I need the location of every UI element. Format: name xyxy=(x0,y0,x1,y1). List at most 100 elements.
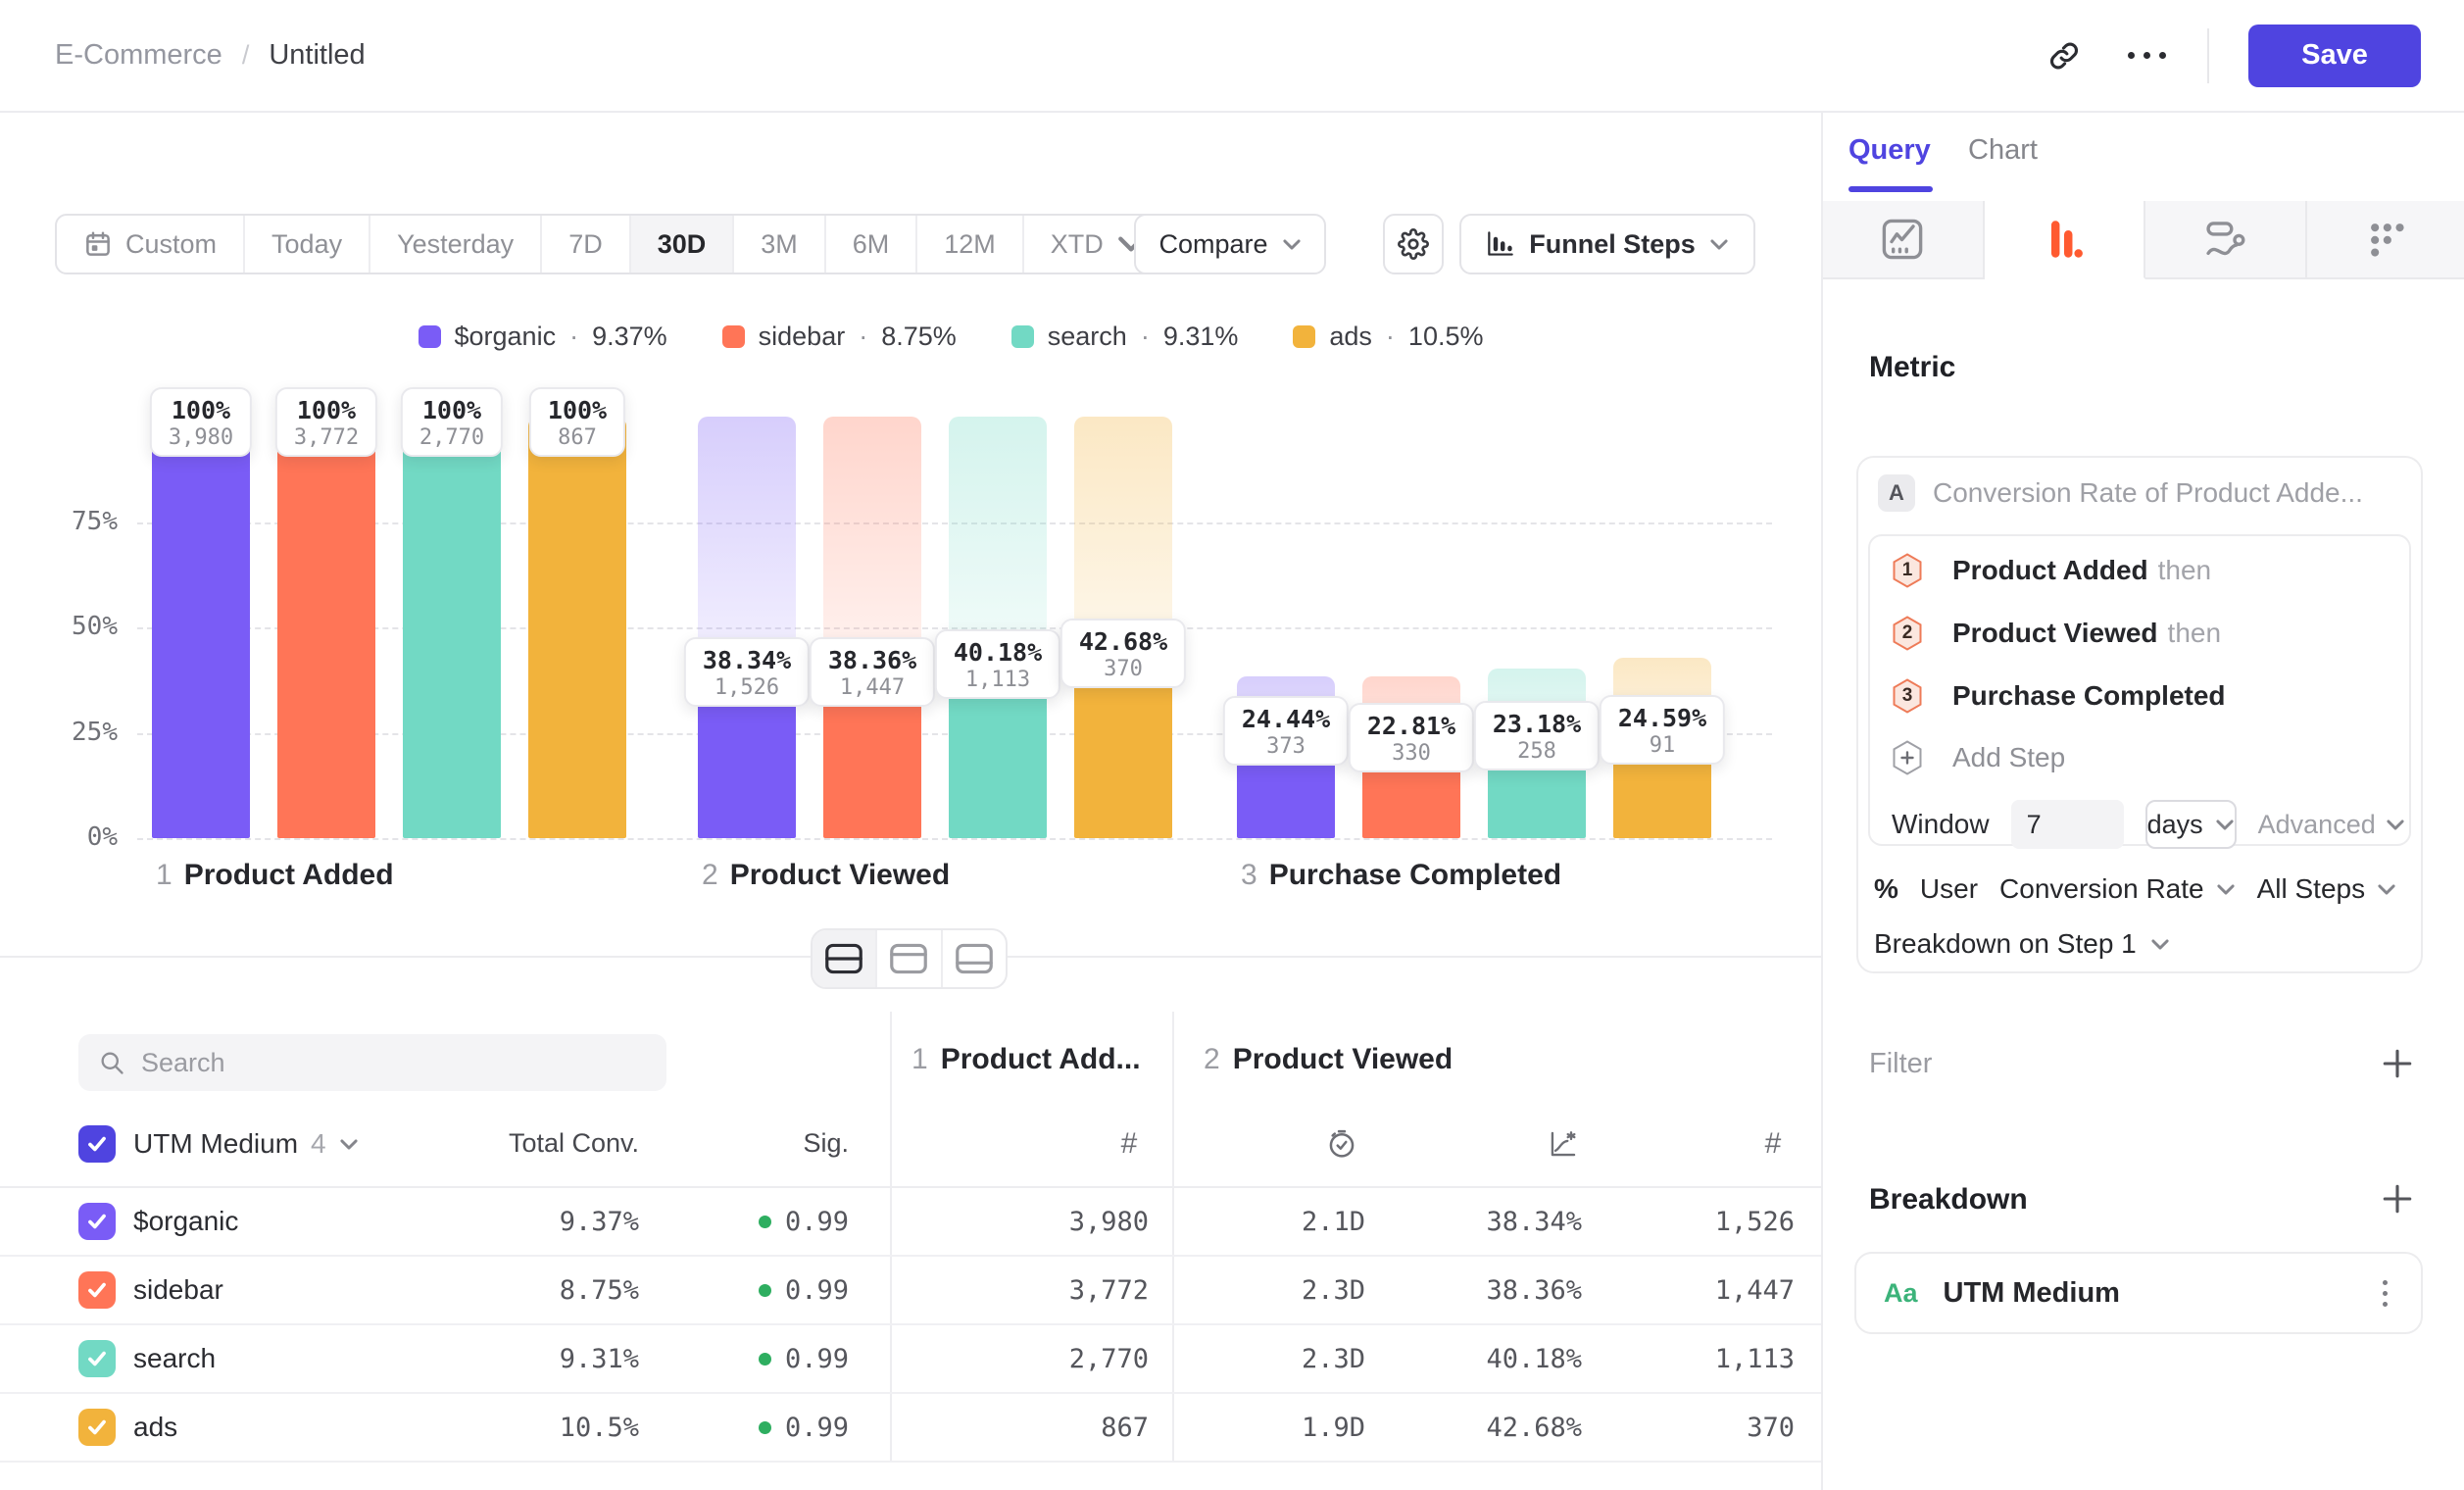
measure-entity[interactable]: User xyxy=(1920,873,1978,905)
link-icon xyxy=(2047,39,2081,73)
conversion-rate-column-icon[interactable] xyxy=(1548,1124,1579,1164)
count-column-icon[interactable]: # xyxy=(1121,1124,1138,1164)
check-icon xyxy=(84,1277,110,1303)
bar-conversion-pct: 38.36% xyxy=(828,646,916,674)
column-header-total-conversion[interactable]: Total Conv. xyxy=(392,1128,639,1159)
bar-count: 370 xyxy=(1079,657,1167,681)
breadcrumb-project[interactable]: E-Commerce xyxy=(55,39,222,72)
layout-option[interactable] xyxy=(813,930,877,987)
select-all-checkbox[interactable] xyxy=(78,1125,116,1163)
measure-type-select[interactable]: Conversion Rate xyxy=(1999,873,2236,905)
bar-conversion-pct: 100% xyxy=(169,396,233,424)
time-to-convert-column-icon[interactable] xyxy=(1326,1124,1357,1164)
copy-link-button[interactable] xyxy=(2043,34,2086,77)
breakdown-value-count: 4 xyxy=(311,1128,326,1160)
report-type-tab-flows[interactable] xyxy=(2145,201,2307,279)
row-step2-count: 1,526 xyxy=(1568,1188,1795,1255)
kebab-menu-icon[interactable] xyxy=(2377,1274,2393,1313)
chart-rate-icon xyxy=(1548,1128,1579,1160)
funnel-bar[interactable] xyxy=(152,417,250,838)
split-view-icon xyxy=(824,943,863,974)
bar-count: 330 xyxy=(1367,741,1455,766)
report-type-tab-retention[interactable] xyxy=(2307,201,2464,279)
chevron-down-icon xyxy=(2216,883,2236,896)
row-checkbox[interactable] xyxy=(78,1409,116,1446)
funnel-bar[interactable] xyxy=(528,417,626,838)
plus-icon xyxy=(2381,1182,2414,1216)
row-checkbox[interactable] xyxy=(78,1203,116,1240)
chart-view-icon xyxy=(889,943,928,974)
active-tab-underline xyxy=(1848,186,1933,192)
check-icon xyxy=(84,1209,110,1234)
funnel-bar[interactable] xyxy=(277,417,375,838)
significance-dot xyxy=(759,1421,771,1434)
row-significance: 0.99 xyxy=(686,1257,849,1323)
gridline xyxy=(137,838,1772,840)
bar-count: 867 xyxy=(548,425,607,450)
table-view-icon xyxy=(955,943,994,974)
layout-toggle xyxy=(811,928,1008,989)
more-menu-button[interactable] xyxy=(2125,34,2168,77)
column-header-significance[interactable]: Sig. xyxy=(686,1128,849,1159)
funnel-chart: 75%50%25%0%100%3,980100%3,772100%2,77010… xyxy=(0,113,1821,956)
save-button[interactable]: Save xyxy=(2248,25,2421,87)
row-avg-time-to-convert: 2.3D xyxy=(1157,1325,1365,1392)
step-number: 3 xyxy=(1241,859,1257,892)
tab-query[interactable]: Query xyxy=(1848,134,1931,167)
add-step-hexagon-icon xyxy=(1892,740,1923,775)
bar-conversion-pct: 24.44% xyxy=(1242,705,1330,733)
window-value-input[interactable] xyxy=(2011,800,2124,849)
bar-count: 1,526 xyxy=(703,675,791,700)
funnel-bar[interactable] xyxy=(403,417,501,838)
bar-count: 91 xyxy=(1618,733,1706,758)
row-step1-count: 3,980 xyxy=(931,1188,1149,1255)
chevron-down-icon xyxy=(2386,819,2405,831)
search-input[interactable] xyxy=(141,1048,647,1078)
significance-value: 0.99 xyxy=(785,1207,849,1237)
bar-count: 1,447 xyxy=(828,675,916,700)
measure-scope-select[interactable]: All Steps xyxy=(2257,873,2397,905)
table-search xyxy=(78,1034,666,1091)
row-step2-conversion: 38.36% xyxy=(1362,1257,1582,1323)
window-unit-select[interactable]: days xyxy=(2145,800,2237,849)
add-step-button[interactable]: Add Step xyxy=(1870,727,2409,788)
step-hexagon-badge: 3 xyxy=(1892,678,1923,714)
tab-chart[interactable]: Chart xyxy=(1968,134,2038,167)
breakdown-property-card[interactable]: Aa UTM Medium xyxy=(1854,1252,2423,1334)
measurement-row: % User Conversion Rate All Steps xyxy=(1874,873,2396,905)
metric-step-row[interactable]: 3Purchase Completed xyxy=(1870,665,2409,727)
report-type-tab-funnel[interactable] xyxy=(1985,201,2146,279)
bar-count: 258 xyxy=(1493,739,1581,764)
metric-section-label: Metric xyxy=(1869,351,1955,384)
layout-option[interactable] xyxy=(943,930,1006,987)
bar-conversion-pct: 22.81% xyxy=(1367,712,1455,740)
breakdown-column-header[interactable]: UTM Medium 4 xyxy=(133,1125,359,1163)
report-type-tab-insights[interactable] xyxy=(1823,201,1985,279)
metric-step-row[interactable]: 1Product Addedthen xyxy=(1870,539,2409,602)
advanced-toggle[interactable]: Advanced xyxy=(2258,810,2405,840)
metric-step-suffix: then xyxy=(2158,555,2212,585)
step-name: Product Added xyxy=(184,859,394,892)
step-caption: 1Product Added xyxy=(156,859,394,892)
row-total-conversion: 9.31% xyxy=(392,1325,639,1392)
breadcrumb-title[interactable]: Untitled xyxy=(269,39,365,72)
add-breakdown-button[interactable] xyxy=(2376,1177,2419,1220)
row-step2-count: 1,113 xyxy=(1568,1325,1795,1392)
count-column-icon[interactable]: # xyxy=(1765,1124,1782,1164)
bar-value-label: 38.36%1,447 xyxy=(810,637,935,707)
top-bar: E-Commerce / Untitled Save xyxy=(0,0,2464,113)
table-step2-header: 2 Product Viewed xyxy=(1204,1043,1453,1076)
layout-option[interactable] xyxy=(877,930,942,987)
row-checkbox[interactable] xyxy=(78,1340,116,1377)
bar-conversion-pct: 100% xyxy=(548,396,607,424)
metric-step-row[interactable]: 2Product Viewedthen xyxy=(1870,602,2409,665)
bar-value-label: 38.34%1,526 xyxy=(684,637,810,707)
metric-header[interactable]: A Conversion Rate of Product Adde... xyxy=(1878,474,2363,512)
breakdown-on-step-select[interactable]: Breakdown on Step 1 xyxy=(1874,928,2170,960)
bar-conversion-pct: 40.18% xyxy=(954,638,1042,667)
funnel-report-app: { "colors": {"accent": "#4F44E0", "funne… xyxy=(0,0,2464,1490)
measure-type-label: Conversion Rate xyxy=(1999,873,2204,905)
breakdown-section-label: Breakdown xyxy=(1869,1183,2028,1217)
add-filter-button[interactable] xyxy=(2376,1042,2419,1085)
row-checkbox[interactable] xyxy=(78,1271,116,1309)
